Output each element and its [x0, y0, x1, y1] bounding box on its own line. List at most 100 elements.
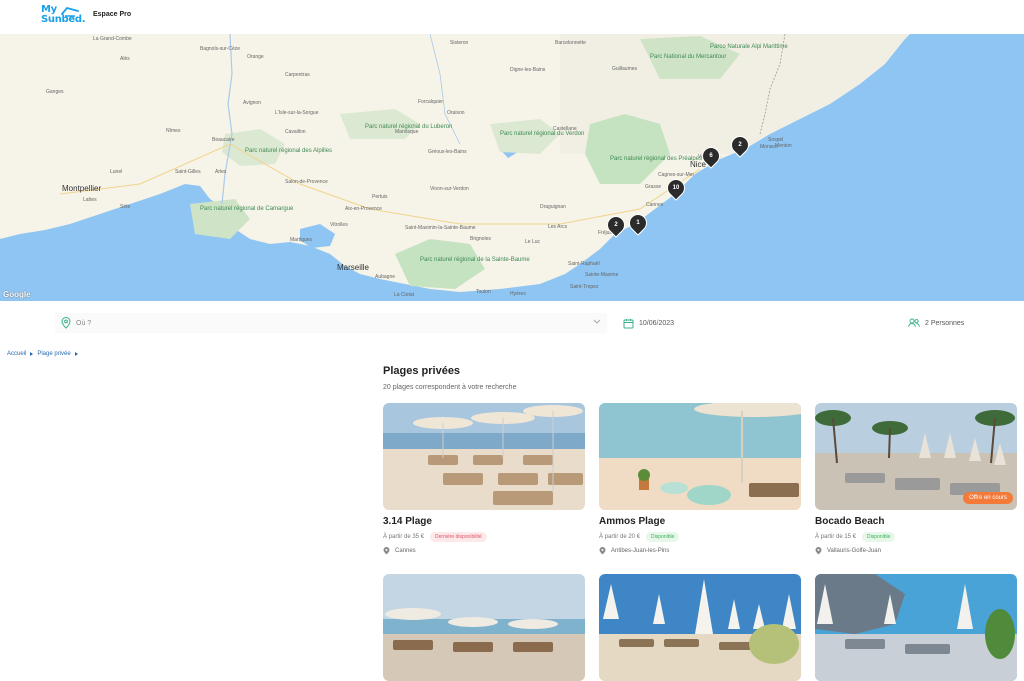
breadcrumb: Accueil Plage privée	[7, 351, 82, 357]
place-label: Arles	[215, 169, 227, 175]
place-label: Alès	[120, 56, 130, 62]
espace-pro-link[interactable]: Espace Pro	[93, 11, 131, 18]
place-label: Les Arcs	[548, 224, 568, 230]
place-label: Salon-de-Provence	[285, 179, 328, 185]
place-label: Ganges	[46, 89, 64, 95]
place-label: Aubagne	[375, 274, 396, 280]
place-label: Brignoles	[470, 236, 491, 242]
beach-photo[interactable]	[599, 403, 801, 510]
place-label: Hyères	[510, 291, 526, 297]
results-count: 20 plages correspondent à votre recherch…	[383, 384, 517, 391]
location-pin-icon	[815, 547, 822, 555]
breadcrumb-current[interactable]: Plage privée	[37, 351, 70, 357]
place-label: Lunel	[110, 169, 123, 175]
top-header: My Sunbed. Espace Pro	[0, 0, 1024, 34]
park-label: Parc naturel régional de la Sainte-Baume	[420, 257, 530, 263]
place-label: Martigues	[290, 237, 312, 243]
beach-card[interactable]	[383, 574, 585, 681]
beach-location: Vallauris-Golfe-Juan	[815, 547, 1017, 555]
beach-card[interactable]: 3.14 Plage À partir de 35 € Dernière dis…	[383, 403, 585, 555]
beach-photo[interactable]	[815, 574, 1017, 681]
place-label: Beaucaire	[212, 137, 235, 143]
place-label: Forcalquier	[418, 99, 444, 105]
place-label: Aix-en-Provence	[345, 206, 382, 212]
place-label: Orange	[247, 54, 264, 60]
people-selector[interactable]: 2 Personnes	[908, 313, 1024, 333]
park-label: Parc National du Mercantour	[650, 54, 727, 60]
breadcrumb-separator-icon	[74, 352, 78, 356]
search-bar: Où ? 10/06/2023 2 Personnes	[55, 313, 1024, 333]
page-title: Plages privées	[383, 365, 461, 377]
beach-photo[interactable]: Offre en cours	[815, 403, 1017, 510]
breadcrumb-home[interactable]: Accueil	[7, 351, 26, 357]
place-label: Oraison	[447, 110, 465, 116]
google-logo[interactable]: Google	[3, 290, 31, 299]
availability-badge: Disponible	[646, 532, 680, 542]
place-label: Sète	[120, 204, 131, 210]
place-label: La Grand-Combe	[93, 36, 132, 42]
beach-image	[383, 574, 585, 681]
beach-card[interactable]: Ammos Plage À partir de 20 € Disponible …	[599, 403, 801, 555]
sunbed-logo-icon	[61, 6, 79, 17]
location-pin-icon	[599, 547, 606, 555]
place-label: Cavaillon	[285, 129, 306, 135]
beach-image	[599, 403, 801, 510]
beach-name[interactable]: 3.14 Plage	[383, 516, 585, 527]
beach-image	[815, 574, 1017, 681]
place-label: Grasse	[645, 184, 662, 190]
beach-card[interactable]: Offre en cours Bocado Beach À partir de …	[815, 403, 1017, 555]
beach-name[interactable]: Ammos Plage	[599, 516, 801, 527]
place-label: Le Luc	[525, 239, 541, 245]
place-label: Saint-Raphaël	[568, 261, 600, 267]
location-text: Antibes-Juan-les-Pins	[611, 548, 670, 554]
offer-badge: Offre en cours	[963, 492, 1013, 504]
place-label: Vinon-sur-Verdon	[430, 186, 469, 192]
place-label: Nîmes	[166, 128, 181, 134]
where-select[interactable]: Où ?	[55, 313, 607, 333]
beach-photo[interactable]	[383, 574, 585, 681]
chevron-down-icon	[593, 319, 601, 324]
place-label: Sainte-Maxime	[585, 272, 619, 278]
place-label: Vitrolles	[330, 222, 348, 228]
place-label: La Ciotat	[394, 292, 415, 298]
place-label: Avignon	[243, 100, 261, 106]
beach-image	[599, 574, 801, 681]
card-meta: À partir de 20 € Disponible	[599, 532, 801, 542]
people-value: 2 Personnes	[925, 319, 965, 327]
place-label: Saint-Gilles	[175, 169, 201, 175]
place-label: Cannes	[646, 202, 664, 208]
where-placeholder: Où ?	[76, 319, 92, 327]
beach-price: À partir de 15 €	[815, 534, 857, 540]
park-label: Parc naturel régional du Verdon	[500, 131, 585, 137]
beach-card[interactable]	[599, 574, 801, 681]
pin-count: 2	[738, 142, 742, 148]
pin-count: 2	[614, 222, 618, 228]
place-label: Cagnes-sur-Mer	[658, 172, 695, 178]
park-label: Parc naturel régional des Alpilles	[245, 148, 333, 154]
location-pin-icon	[383, 547, 390, 555]
place-label: Sisteron	[450, 40, 469, 46]
map[interactable]: Montpellier Marseille Nice La Grand-Comb…	[0, 34, 1024, 301]
place-label: Draguignan	[540, 204, 566, 210]
park-label: Parc naturel régional de Camargue	[200, 206, 294, 212]
place-label: Saint-Tropez	[570, 284, 599, 290]
place-label: Gréoux-les-Bains	[428, 149, 467, 155]
beach-name[interactable]: Bocado Beach	[815, 516, 1017, 527]
pin-count: 1	[636, 220, 640, 226]
beach-card[interactable]	[815, 574, 1017, 681]
my-sunbed-logo[interactable]: My Sunbed.	[41, 5, 87, 29]
beach-photo[interactable]	[383, 403, 585, 510]
beach-price: À partir de 20 €	[599, 534, 641, 540]
date-picker[interactable]: 10/06/2023	[621, 313, 951, 333]
city-label: Marseille	[337, 263, 370, 272]
availability-badge: Disponible	[862, 532, 896, 542]
place-label: Toulon	[476, 289, 491, 295]
place-label: Pertuis	[372, 194, 388, 200]
city-label: Montpellier	[62, 184, 102, 193]
location-pin-icon	[61, 317, 71, 329]
beach-price: À partir de 35 €	[383, 534, 425, 540]
place-label: Lattes	[83, 197, 97, 203]
pin-count: 10	[672, 185, 680, 191]
beach-photo[interactable]	[599, 574, 801, 681]
availability-badge: Dernière disponibilité	[430, 532, 487, 542]
